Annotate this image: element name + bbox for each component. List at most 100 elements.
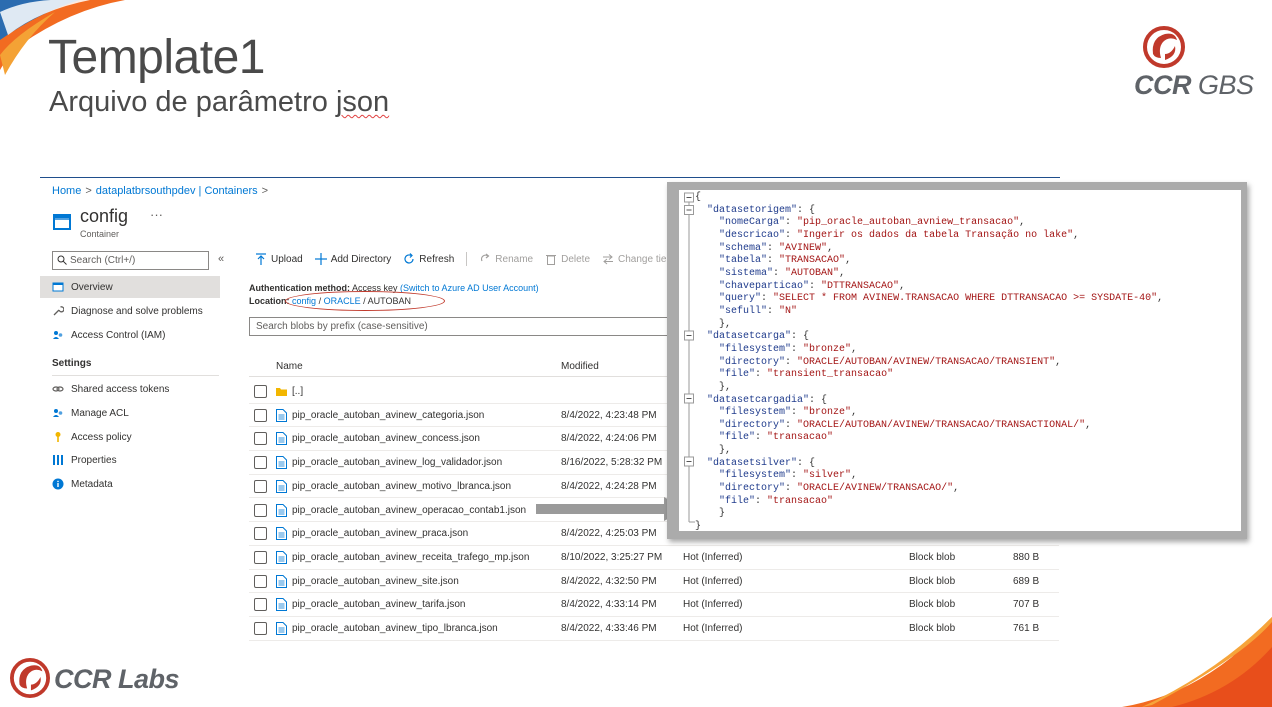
json-line: "tabela": "TRANSACAO", <box>719 255 852 267</box>
blob-modified: 8/10/2022, 3:25:27 PM <box>561 551 663 563</box>
sidebar-item-metadata[interactable]: Metadata <box>40 473 220 495</box>
json-line: "datasetcargadia": { <box>707 394 828 406</box>
table-row[interactable]: pip_oracle_autoban_avinew_site.json 8/4/2… <box>249 570 1059 594</box>
json-line: "directory": "ORACLE/AUTOBAN/AVINEW/TRAN… <box>719 419 1092 431</box>
row-checkbox[interactable] <box>254 598 267 612</box>
blob-access-tier: Hot (Inferred) <box>683 599 743 611</box>
json-line: "file": "transacao" <box>719 495 834 507</box>
file-icon <box>276 574 287 588</box>
json-code: { "datasetorigem": { "nomeCarga": "pip_o… <box>695 192 1163 534</box>
blob-type: Block blob <box>909 623 956 634</box>
delete-button[interactable]: Delete <box>545 253 590 265</box>
blob-type: Block blob <box>909 599 956 611</box>
blob-access-tier: Hot (Inferred) <box>683 551 743 563</box>
sidebar-search-input[interactable]: Search (Ctrl+/) <box>52 251 209 270</box>
blob-name[interactable]: pip_oracle_autoban_avinew_tarifa.json <box>292 599 465 610</box>
blob-name[interactable]: [..] <box>292 386 303 397</box>
column-name[interactable]: Name <box>276 361 303 372</box>
wrench-icon <box>53 306 64 316</box>
blob-name[interactable]: pip_oracle_autoban_avinew_tipo_lbranca.j… <box>292 623 498 634</box>
row-checkbox[interactable] <box>254 527 267 541</box>
blob-name[interactable]: pip_oracle_autoban_avinew_praca.json <box>292 528 468 539</box>
overview-icon <box>52 282 64 292</box>
blob-modified: 8/4/2022, 4:23:48 PM <box>561 409 657 421</box>
row-checkbox[interactable] <box>254 432 267 446</box>
json-line: "directory": "ORACLE/AVINEW/TRANSACAO/", <box>719 483 960 495</box>
file-icon <box>276 408 287 422</box>
blob-name[interactable]: pip_oracle_autoban_avinew_receita_trafeg… <box>292 552 529 563</box>
row-checkbox[interactable] <box>254 408 267 422</box>
info-icon <box>52 478 64 490</box>
row-checkbox[interactable] <box>254 503 267 517</box>
file-icon <box>276 456 287 470</box>
container-icon <box>53 214 71 230</box>
blob-type: Block blob <box>909 575 956 587</box>
breadcrumb-containers[interactable]: dataplatbrsouthpdev | Containers <box>96 185 258 197</box>
ccr-swirl-icon <box>10 658 50 698</box>
callout-arrow <box>536 497 686 521</box>
rename-icon <box>481 253 490 262</box>
refresh-icon <box>404 253 414 264</box>
blob-size: 761 B <box>1013 623 1040 634</box>
row-checkbox[interactable] <box>254 385 267 398</box>
json-line: "schema": "AVINEW", <box>719 242 834 254</box>
blob-name[interactable]: pip_oracle_autoban_avinew_categoria.json <box>292 410 484 421</box>
file-icon <box>276 432 287 446</box>
blob-size: 689 B <box>1013 575 1040 587</box>
row-checkbox[interactable] <box>254 550 267 564</box>
json-line: "directory": "ORACLE/AUTOBAN/AVINEW/TRAN… <box>719 356 1062 368</box>
switch-auth-link[interactable]: (Switch to Azure AD User Account) <box>400 283 539 293</box>
sidebar-item-manage-acl[interactable]: Manage ACL <box>40 402 220 424</box>
file-icon <box>276 479 287 493</box>
blob-name[interactable]: pip_oracle_autoban_avinew_motivo_lbranca… <box>292 481 511 492</box>
blob-name[interactable]: pip_oracle_autoban_avinew_site.json <box>292 576 459 587</box>
sidebar-item-overview[interactable]: Overview <box>40 276 220 298</box>
table-row[interactable]: pip_oracle_autoban_avinew_receita_trafeg… <box>249 546 1059 570</box>
table-row[interactable]: pip_oracle_autoban_avinew_tipo_lbranca.j… <box>249 617 1059 641</box>
add-directory-button[interactable]: Add Directory <box>314 253 391 265</box>
blob-name[interactable]: pip_oracle_autoban_avinew_operacao_conta… <box>292 505 526 516</box>
refresh-button[interactable]: Refresh <box>403 253 454 265</box>
json-line: "datasetcarga": { <box>707 331 810 343</box>
rename-button[interactable]: Rename <box>479 253 533 265</box>
slide-subtitle-json: json <box>335 86 390 118</box>
people-icon <box>53 409 63 417</box>
blob-size: 707 B <box>1013 599 1040 611</box>
json-line: "chaveparticao": "DTTRANSACAO", <box>719 280 906 292</box>
json-line: }, <box>695 318 732 330</box>
json-preview-panel: { "datasetorigem": { "nomeCarga": "pip_o… <box>667 182 1247 539</box>
blob-modified: 8/4/2022, 4:33:46 PM <box>561 623 657 634</box>
upload-button[interactable]: Upload <box>255 253 303 265</box>
divider <box>40 177 1060 178</box>
json-line: }, <box>695 445 732 457</box>
json-line: "sefull": "N" <box>719 305 798 317</box>
change-tier-button[interactable]: Change tier <box>602 253 670 265</box>
sidebar-item-access-control[interactable]: Access Control (IAM) <box>40 324 220 346</box>
row-checkbox[interactable] <box>254 456 267 470</box>
blob-modified: 8/4/2022, 4:33:14 PM <box>561 599 657 611</box>
row-checkbox[interactable] <box>254 574 267 588</box>
table-row[interactable]: pip_oracle_autoban_avinew_tarifa.json 8/4… <box>249 593 1059 617</box>
collapse-sidebar-button[interactable]: « <box>218 253 224 265</box>
sidebar-item-shared-access-tokens[interactable]: Shared access tokens <box>40 378 220 400</box>
ccr-swirl-icon <box>1143 26 1185 68</box>
json-line: "filesystem": "bronze", <box>719 343 858 355</box>
row-checkbox[interactable] <box>254 622 267 635</box>
blob-access-tier: Hot (Inferred) <box>683 575 743 587</box>
blob-size: 880 B <box>1013 551 1040 563</box>
sidebar-item-properties[interactable]: Properties <box>40 449 220 471</box>
properties-icon <box>53 455 63 465</box>
blob-prefix-search-input[interactable]: Search blobs by prefix (case-sensitive) <box>249 317 669 336</box>
sidebar-item-diagnose[interactable]: Diagnose and solve problems <box>40 300 220 322</box>
row-checkbox[interactable] <box>254 479 267 493</box>
blob-name[interactable]: pip_oracle_autoban_avinew_log_validador.… <box>292 457 502 468</box>
slide-subtitle-text: Arquivo de parâmetro <box>49 86 336 118</box>
sidebar-item-access-policy[interactable]: Access policy <box>40 426 220 448</box>
settings-divider <box>52 375 219 376</box>
more-options-button[interactable]: ··· <box>150 207 163 222</box>
highlight-oval <box>285 291 445 311</box>
json-line: "filesystem": "bronze", <box>719 407 858 419</box>
breadcrumb-home[interactable]: Home <box>52 185 81 197</box>
column-modified[interactable]: Modified <box>561 361 599 372</box>
blob-name[interactable]: pip_oracle_autoban_avinew_concess.json <box>292 433 480 444</box>
